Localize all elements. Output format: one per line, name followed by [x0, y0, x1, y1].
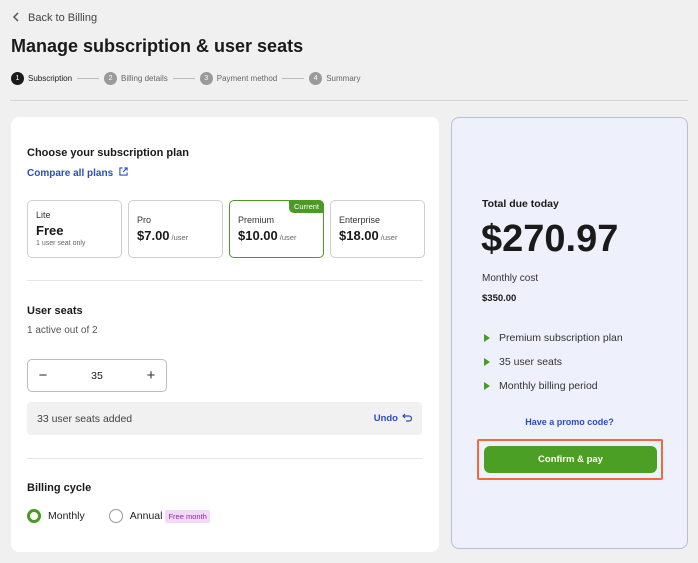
total-due-amount: $270.97	[481, 218, 619, 260]
undo-label: Undo	[373, 413, 398, 424]
summary-items: Premium subscription plan 35 user seats …	[484, 331, 623, 403]
subscription-form-card: Choose your subscription plan Compare al…	[11, 117, 439, 552]
plan-note: 1 user seat only	[36, 240, 86, 247]
step-number: 1	[11, 72, 24, 85]
plan-card-enterprise[interactable]: Enterprise $18.00/user	[330, 200, 425, 258]
monthly-label: Monthly	[48, 510, 85, 522]
radio-circle-selected	[27, 509, 41, 523]
seat-quantity-stepper: − 35 +	[27, 359, 167, 392]
plan-section-title: Choose your subscription plan	[27, 147, 189, 159]
plan-card-pro[interactable]: Pro $7.00/user	[128, 200, 223, 258]
step-payment-method[interactable]: 3 Payment method	[199, 72, 278, 85]
plan-price-value: $18.00	[339, 228, 379, 243]
undo-arrow-icon	[402, 413, 413, 425]
plan-name: Pro	[137, 215, 152, 225]
step-summary[interactable]: 4 Summary	[309, 72, 360, 85]
list-item: 35 user seats	[484, 355, 623, 369]
summary-item-text: Monthly billing period	[499, 380, 598, 392]
summary-item-text: Premium subscription plan	[499, 332, 623, 344]
seats-added-notice: 33 user seats added Undo	[27, 402, 422, 435]
triangle-right-icon	[484, 334, 490, 342]
plan-price: Free	[36, 223, 113, 238]
back-label: Back to Billing	[28, 12, 98, 24]
step-number: 4	[309, 72, 323, 85]
annual-radio[interactable]: Annual	[108, 509, 163, 523]
list-item: Monthly billing period	[484, 379, 623, 393]
plan-price: $7.00/user	[137, 228, 214, 243]
step-subscription[interactable]: 1 Subscription	[11, 72, 72, 85]
seats-subtitle: 1 active out of 2	[27, 325, 98, 336]
step-connector	[172, 78, 195, 79]
plan-card-premium[interactable]: Current Premium $10.00/user	[229, 200, 324, 258]
step-billing-details[interactable]: 2 Billing details	[104, 72, 168, 85]
step-label: Summary	[326, 74, 361, 83]
plan-price-unit: /user	[380, 233, 398, 242]
progress-stepper: 1 Subscription 2 Billing details 3 Payme…	[11, 72, 360, 85]
seats-added-text: 33 user seats added	[37, 412, 133, 425]
plan-options: Lite Free 1 user seat only Pro $7.00/use…	[27, 200, 425, 258]
plan-card-lite[interactable]: Lite Free 1 user seat only	[27, 200, 122, 258]
seats-section-title: User seats	[27, 305, 83, 317]
confirm-highlight: Confirm & pay	[477, 439, 663, 480]
seat-count-value[interactable]: 35	[91, 370, 103, 382]
annual-label: Annual	[129, 510, 163, 522]
plan-price: $10.00/user	[238, 228, 315, 243]
plan-price-value: $7.00	[137, 228, 170, 243]
step-label: Subscription	[28, 74, 73, 83]
current-plan-badge: Current	[288, 200, 324, 213]
step-connector	[282, 78, 305, 79]
step-connector	[77, 78, 100, 79]
plan-price: $18.00/user	[339, 228, 416, 243]
chevron-left-icon	[12, 11, 20, 25]
billing-section-title: Billing cycle	[27, 482, 92, 494]
plan-price-unit: /user	[171, 233, 189, 242]
triangle-right-icon	[484, 382, 490, 390]
compare-label: Compare all plans	[27, 167, 114, 179]
order-summary-card: Total due today $270.97 Monthly cost $35…	[451, 117, 688, 549]
total-due-label: Total due today	[482, 198, 559, 210]
step-label: Billing details	[121, 74, 168, 83]
confirm-pay-button[interactable]: Confirm & pay	[484, 446, 657, 473]
plan-price-value: $10.00	[238, 228, 278, 243]
header-divider	[10, 100, 688, 101]
plan-name: Lite	[36, 210, 51, 220]
promo-code-link[interactable]: Have a promo code?	[452, 417, 687, 427]
plan-price-value: Free	[36, 223, 64, 238]
increment-button[interactable]: +	[144, 367, 158, 384]
page-title: Manage subscription & user seats	[11, 36, 304, 56]
step-number: 2	[104, 72, 118, 85]
list-item: Premium subscription plan	[484, 331, 623, 345]
free-month-badge: Free month	[165, 509, 210, 523]
plan-name: Premium	[238, 215, 275, 225]
external-link-icon	[119, 167, 128, 179]
decrement-button[interactable]: −	[36, 367, 50, 384]
plan-name: Enterprise	[339, 215, 381, 225]
triangle-right-icon	[484, 358, 490, 366]
back-to-billing-link[interactable]: Back to Billing	[12, 11, 97, 25]
plan-price-unit: /user	[279, 233, 297, 242]
compare-plans-link[interactable]: Compare all plans	[27, 167, 128, 179]
section-divider	[27, 280, 423, 281]
radio-circle	[108, 509, 123, 523]
monthly-radio[interactable]: Monthly	[27, 509, 85, 523]
step-label: Payment method	[216, 74, 278, 83]
billing-cycle-options: Monthly Annual Free month	[27, 509, 210, 523]
section-divider	[27, 458, 423, 459]
step-number: 3	[199, 72, 213, 85]
undo-button[interactable]: Undo	[373, 413, 413, 425]
summary-item-text: 35 user seats	[499, 356, 563, 368]
monthly-cost-label: Monthly cost	[482, 273, 539, 284]
monthly-cost-value: $350.00	[482, 293, 517, 304]
